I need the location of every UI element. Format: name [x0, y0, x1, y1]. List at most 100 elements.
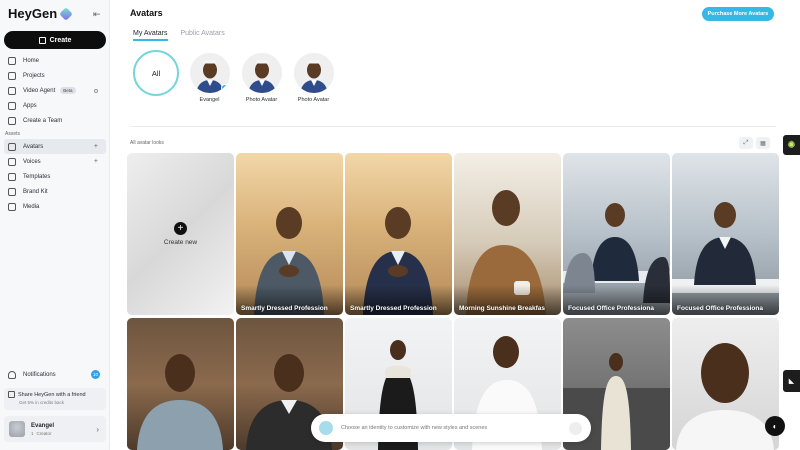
team-icon [8, 116, 16, 125]
sidebar-item-label: Create a Team [23, 117, 63, 124]
look-card[interactable]: Focused Office Professiona [672, 153, 779, 315]
look-card[interactable]: Focused Office Professiona [563, 153, 670, 315]
sidebar-item-label: Avatars [23, 143, 44, 150]
create-button[interactable]: Create [4, 31, 106, 49]
user-avatar [9, 421, 25, 437]
sidebar-item-apps[interactable]: Apps [4, 98, 106, 113]
avatar-thumbnail [241, 53, 282, 93]
voice-icon [8, 157, 16, 166]
avatar-thumbnail [293, 53, 334, 93]
all-avatars-filter[interactable]: All [133, 50, 179, 96]
user-role: Creator [36, 430, 52, 436]
notifications-button[interactable]: Notifications 10 [4, 367, 106, 382]
look-card[interactable] [672, 318, 779, 450]
sidebar-item-voices[interactable]: Voices + [4, 154, 106, 169]
video-agent-icon [8, 86, 16, 95]
home-icon [8, 56, 16, 65]
assets-nav: Avatars + Voices + Templates Brand Kit M… [4, 139, 106, 214]
media-icon [8, 202, 16, 211]
look-caption: Focused Office Professiona [568, 305, 654, 312]
apps-icon [8, 101, 16, 110]
look-caption: Morning Sunshine Breakfas [459, 305, 545, 312]
heygen-logo[interactable]: HeyGen [8, 6, 73, 21]
look-caption: Focused Office Professiona [677, 305, 763, 312]
sidebar-item-label: Projects [23, 72, 45, 79]
tab-my-avatars[interactable]: My Avatars [133, 30, 168, 41]
beta-badge: Beta [60, 87, 76, 94]
share-subtitle: Get 5% in credits back [19, 400, 65, 405]
sidebar-item-home[interactable]: Home [4, 53, 106, 68]
projects-icon [8, 71, 16, 80]
sidebar-item-label: Video Agent [23, 87, 56, 94]
collapse-sidebar-icon[interactable]: ⇤ [93, 9, 101, 20]
send-icon[interactable] [569, 421, 582, 435]
selected-check-icon [220, 84, 229, 92]
share-icon [8, 391, 15, 398]
template-icon [8, 172, 16, 181]
share-referral-card[interactable]: Share HeyGen with a friend Get 5% in cre… [4, 388, 106, 410]
avatar-label: Evangel [199, 97, 220, 103]
section-divider [130, 126, 776, 127]
sidebar-item-video-agent[interactable]: Video Agent Beta [4, 83, 106, 98]
sidebar-item-media[interactable]: Media [4, 199, 106, 214]
notifications-count-badge: 10 [91, 370, 100, 379]
purchase-more-avatars-button[interactable]: Purchase More Avatars [702, 7, 774, 21]
video-agent-info-icon[interactable] [94, 88, 98, 93]
sidebar-item-avatars[interactable]: Avatars + [4, 139, 106, 154]
sidebar-item-label: Media [23, 203, 40, 210]
sidebar-item-label: Voices [23, 158, 41, 165]
expand-icon[interactable]: ⤢ [739, 137, 753, 149]
notifications-label: Notifications [23, 371, 56, 378]
assets-section-label: Assets [5, 131, 21, 137]
create-new-label: Create new [163, 239, 198, 246]
sidebar-item-projects[interactable]: Projects [4, 68, 106, 83]
sidebar-item-label: Apps [23, 102, 37, 109]
logo-gem-icon [59, 6, 73, 21]
sidebar-item-brand-kit[interactable]: Brand Kit [4, 184, 106, 199]
add-avatar-icon[interactable]: + [94, 143, 98, 150]
main-content: Avatars Purchase More Avatars My Avatars… [111, 0, 800, 450]
look-card[interactable]: Smartly Dressed Profession [345, 153, 452, 315]
brand-kit-icon [8, 187, 16, 196]
look-card[interactable]: Morning Sunshine Breakfas [454, 153, 561, 315]
avatar-item-photo-1[interactable]: Photo Avatar [240, 50, 283, 103]
grid-view-icon[interactable]: ▦ [756, 137, 770, 149]
sidebar-item-templates[interactable]: Templates [4, 169, 106, 184]
sparkle-icon [319, 421, 333, 435]
sidebar-item-label: Brand Kit [23, 188, 48, 195]
user-name: Evangel [31, 422, 55, 429]
avatar-item-photo-2[interactable]: Photo Avatar [292, 50, 335, 103]
tab-public-avatars[interactable]: Public Avatars [181, 30, 225, 41]
sidebar-item-create-team[interactable]: Create a Team [4, 113, 106, 128]
plus-icon: + [174, 222, 187, 235]
sidebar-item-label: Home [23, 57, 40, 64]
user-account-card[interactable]: Evangel 1 Creator › [4, 416, 106, 442]
all-avatar-looks-label: All avatar looks [130, 140, 164, 146]
create-new-look-card[interactable]: + Create new [127, 153, 234, 315]
avatar-thumbnail [189, 53, 230, 93]
avatar-icon [8, 142, 16, 151]
add-voice-icon[interactable]: + [94, 158, 98, 165]
chevron-right-icon: › [96, 424, 99, 434]
page-title: Avatars [130, 8, 163, 18]
bell-icon [8, 370, 16, 379]
avatar-item-evangel[interactable]: Evangel [188, 50, 231, 103]
share-title: Share HeyGen with a friend [18, 391, 86, 398]
avatar-label: Photo Avatar [245, 97, 278, 103]
look-card[interactable] [127, 318, 234, 450]
look-caption: Smartly Dressed Profession [350, 305, 437, 312]
avatar-tabs: My Avatars Public Avatars [133, 30, 225, 41]
avatar-label: Photo Avatar [297, 97, 330, 103]
create-button-label: Create [49, 36, 72, 44]
sidebar-item-label: Templates [23, 173, 51, 180]
floating-widget-icon[interactable]: ◣ [783, 370, 800, 392]
user-member-count: 1 [31, 430, 34, 436]
prompt-placeholder: Choose an identity to customize with new… [341, 425, 488, 431]
avatar-filter-row: All Evangel Photo Avatar Photo Avatar [133, 50, 335, 103]
look-card[interactable]: Smartly Dressed Profession [236, 153, 343, 315]
look-caption: Smartly Dressed Profession [241, 305, 328, 312]
identity-prompt-bar[interactable]: Choose an identity to customize with new… [311, 414, 591, 442]
create-icon [38, 36, 46, 44]
help-chat-icon[interactable]: ◐ [765, 416, 785, 436]
assistant-launcher-icon[interactable]: ✺ [783, 135, 800, 155]
